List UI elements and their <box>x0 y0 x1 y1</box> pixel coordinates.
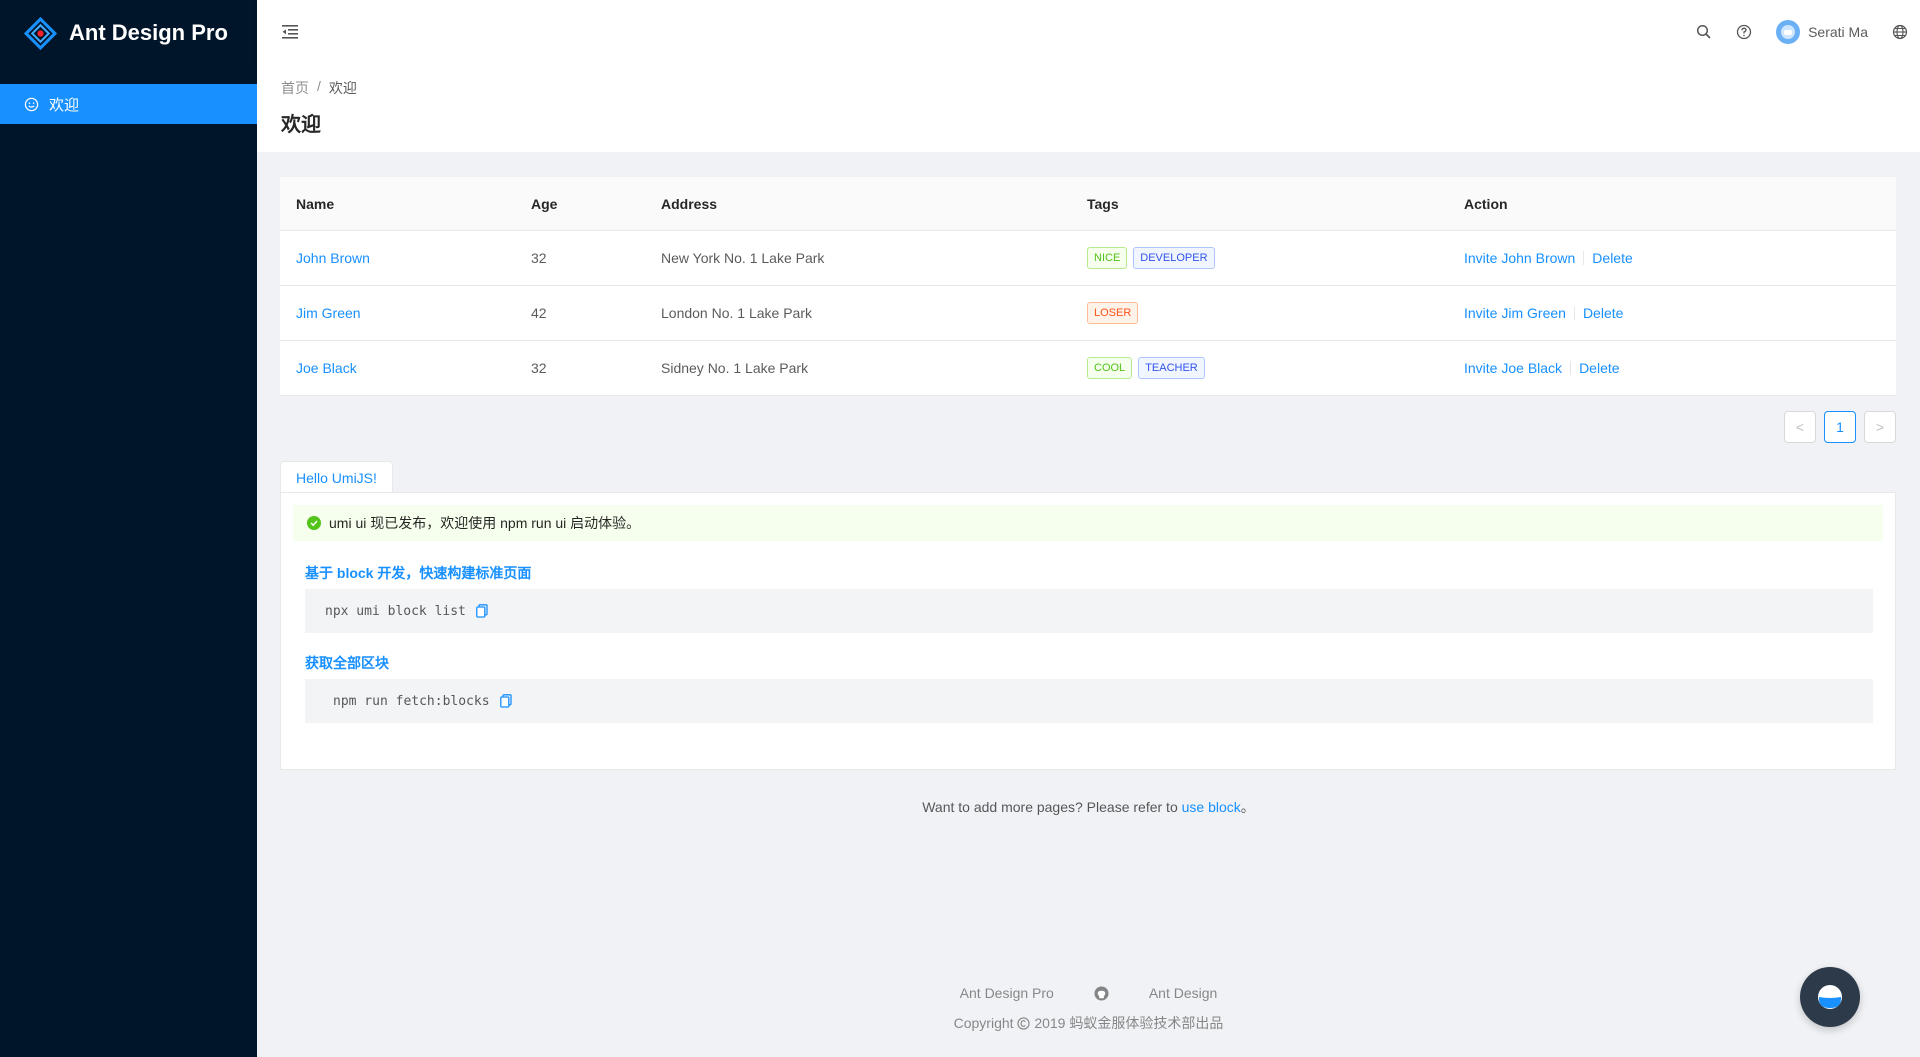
page-title: 欢迎 <box>281 114 321 136</box>
github-icon[interactable] <box>1094 985 1109 1001</box>
column-header-age: Age <box>531 195 558 212</box>
help-button[interactable] <box>1724 0 1764 64</box>
sidebar: Ant Design Pro 欢迎 <box>0 0 257 1057</box>
table-row: Joe Black 32 Sidney No. 1 Lake Park COOL… <box>280 341 1896 396</box>
ant-design-logo-icon <box>24 16 57 50</box>
smile-icon <box>24 97 39 111</box>
row-age: 32 <box>531 360 547 376</box>
next-page-button[interactable]: > <box>1864 411 1896 443</box>
copy-icon[interactable] <box>499 694 512 708</box>
code-block: npm run fetch:blocks <box>305 679 1873 723</box>
tip-suffix: 。 <box>1240 799 1255 815</box>
use-block-link[interactable]: use block <box>1182 799 1241 815</box>
prev-page-button[interactable]: < <box>1784 411 1816 443</box>
code-text: npm run fetch:blocks <box>333 693 490 709</box>
breadcrumb: 首页 / 欢迎 <box>281 78 1896 98</box>
alert-message: umi ui 现已发布，欢迎使用 npm run ui 启动体验。 <box>329 515 641 531</box>
row-address: London No. 1 Lake Park <box>661 305 812 321</box>
breadcrumb-current: 欢迎 <box>328 80 357 96</box>
language-button[interactable] <box>1880 0 1920 64</box>
invite-link[interactable]: Invite Jim Green <box>1464 305 1566 321</box>
tag: TEACHER <box>1138 357 1205 379</box>
username: Serati Ma <box>1808 24 1868 40</box>
row-name-link[interactable]: John Brown <box>296 250 370 266</box>
more-pages-tip: Want to add more pages? Please refer to … <box>257 797 1920 817</box>
sidebar-item-welcome[interactable]: 欢迎 <box>0 84 257 124</box>
column-header-name: Name <box>296 195 335 212</box>
tab-hello-umijs[interactable]: Hello UmiJS! <box>280 461 393 493</box>
search-button[interactable] <box>1684 0 1724 64</box>
tag: NICE <box>1087 247 1128 269</box>
user-menu[interactable]: Serati Ma <box>1764 0 1880 64</box>
divider <box>1570 361 1572 375</box>
question-circle-icon <box>1736 24 1752 40</box>
section-title-fetch[interactable]: 获取全部区块 <box>305 653 389 673</box>
app-title: Ant Design Pro <box>69 20 228 45</box>
row-name-link[interactable]: Jim Green <box>296 305 361 321</box>
column-header-tags: Tags <box>1087 195 1119 212</box>
search-icon <box>1697 24 1711 39</box>
table-header: Name Age Address Tags Action <box>280 177 1896 231</box>
copyright-prefix: Copyright <box>953 1015 1014 1031</box>
page-number-button[interactable]: 1 <box>1824 411 1856 443</box>
sidebar-item-label: 欢迎 <box>49 96 80 114</box>
avatar-face-icon <box>1781 25 1796 39</box>
code-block: npx umi block list <box>305 589 1873 633</box>
umi-ui-icon <box>1818 985 1842 1009</box>
menu-fold-icon[interactable] <box>280 22 300 42</box>
top-header: Serati Ma <box>257 0 1920 64</box>
table-row: Jim Green 42 London No. 1 Lake Park LOSE… <box>280 286 1896 341</box>
delete-link[interactable]: Delete <box>1579 360 1619 376</box>
section-title-block[interactable]: 基于 block 开发，快速构建标准页面 <box>305 563 531 583</box>
column-header-address: Address <box>661 195 718 212</box>
footer-link-ant-design-pro[interactable]: Ant Design Pro <box>960 985 1054 1001</box>
divider <box>1583 251 1585 265</box>
tip-text: Want to add more pages? Please refer to <box>922 799 1182 815</box>
check-circle-icon <box>307 516 321 530</box>
umi-card: umi ui 现已发布，欢迎使用 npm run ui 启动体验。 基于 blo… <box>280 492 1896 770</box>
success-alert: umi ui 现已发布，欢迎使用 npm run ui 启动体验。 <box>293 505 1883 541</box>
breadcrumb-home[interactable]: 首页 <box>281 78 309 98</box>
page-header: 首页 / 欢迎 欢迎 <box>257 64 1920 152</box>
row-address: New York No. 1 Lake Park <box>661 250 825 266</box>
umi-ui-float-button[interactable] <box>1800 967 1860 1027</box>
delete-link[interactable]: Delete <box>1583 305 1623 321</box>
copyright: Copyright 2019 蚂蚁金服体验技术部出品 <box>257 1013 1920 1033</box>
tag: LOSER <box>1087 302 1139 324</box>
chevron-left-icon: < <box>1795 419 1805 435</box>
invite-link[interactable]: Invite John Brown <box>1464 250 1575 266</box>
row-name-link[interactable]: Joe Black <box>296 360 357 376</box>
row-age: 42 <box>531 305 547 321</box>
tag: DEVELOPER <box>1133 247 1215 269</box>
footer: Ant Design Pro Ant Design Copyright 2019… <box>257 985 1920 1033</box>
global-icon <box>1892 24 1908 40</box>
row-address: Sidney No. 1 Lake Park <box>661 360 809 376</box>
delete-link[interactable]: Delete <box>1592 250 1632 266</box>
users-table: Name Age Address Tags Action John Brown … <box>280 177 1896 396</box>
copyright-text: 2019 蚂蚁金服体验技术部出品 <box>1034 1015 1224 1031</box>
chevron-right-icon: > <box>1875 419 1885 435</box>
avatar <box>1776 20 1801 44</box>
pagination: < 1 > <box>1784 411 1896 443</box>
code-text: npx umi block list <box>325 603 466 619</box>
logo[interactable]: Ant Design Pro <box>0 0 257 66</box>
breadcrumb-separator: / <box>317 78 321 94</box>
row-age: 32 <box>531 250 547 266</box>
copy-icon[interactable] <box>476 604 488 618</box>
copyright-icon <box>1017 1017 1031 1030</box>
invite-link[interactable]: Invite Joe Black <box>1464 360 1562 376</box>
footer-link-ant-design[interactable]: Ant Design <box>1149 985 1217 1001</box>
tag: COOL <box>1087 357 1133 379</box>
table-row: John Brown 32 New York No. 1 Lake Park N… <box>280 231 1896 286</box>
column-header-action: Action <box>1464 195 1508 212</box>
divider <box>1573 306 1575 320</box>
